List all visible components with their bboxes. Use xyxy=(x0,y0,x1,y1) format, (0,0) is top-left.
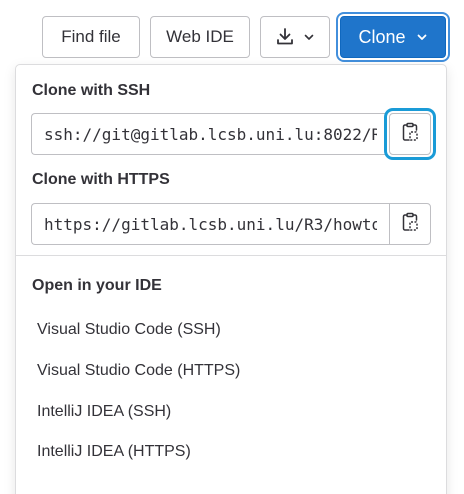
ide-item-vscode-ssh[interactable]: Visual Studio Code (SSH) xyxy=(37,321,221,339)
clone-label: Clone xyxy=(358,26,406,47)
copy-ssh-url-button[interactable] xyxy=(389,113,431,155)
clone-button[interactable]: Clone xyxy=(340,16,446,58)
copy-to-clipboard-icon xyxy=(401,212,419,237)
clone-https-title: Clone with HTTPS xyxy=(32,171,170,188)
download-icon xyxy=(275,27,295,47)
find-file-label: Find file xyxy=(61,27,121,46)
ide-item-vscode-https[interactable]: Visual Studio Code (HTTPS) xyxy=(37,362,240,380)
copy-to-clipboard-icon xyxy=(401,122,419,147)
web-ide-button[interactable]: Web IDE xyxy=(150,16,250,58)
repository-actions: Find file Web IDE Clone Clone with SSH s… xyxy=(0,0,464,494)
ssh-url-group xyxy=(31,113,431,155)
clone-dropdown: Clone with SSH Clone with HTTPS xyxy=(15,64,447,494)
copy-https-url-button[interactable] xyxy=(389,203,431,245)
ide-item-intellij-ssh[interactable]: IntelliJ IDEA (SSH) xyxy=(37,403,171,421)
ide-item-intellij-https[interactable]: IntelliJ IDEA (HTTPS) xyxy=(37,443,191,461)
open-in-ide-title: Open in your IDE xyxy=(32,277,162,294)
download-button[interactable] xyxy=(260,16,330,58)
https-url-input[interactable] xyxy=(31,203,389,245)
ssh-url-input[interactable] xyxy=(31,113,389,155)
chevron-down-icon xyxy=(416,31,428,43)
web-ide-label: Web IDE xyxy=(166,27,234,46)
clone-ssh-title: Clone with SSH xyxy=(32,82,151,99)
https-url-group xyxy=(31,203,431,245)
find-file-button[interactable]: Find file xyxy=(42,16,140,58)
chevron-down-icon xyxy=(303,31,315,43)
section-divider xyxy=(16,255,446,256)
